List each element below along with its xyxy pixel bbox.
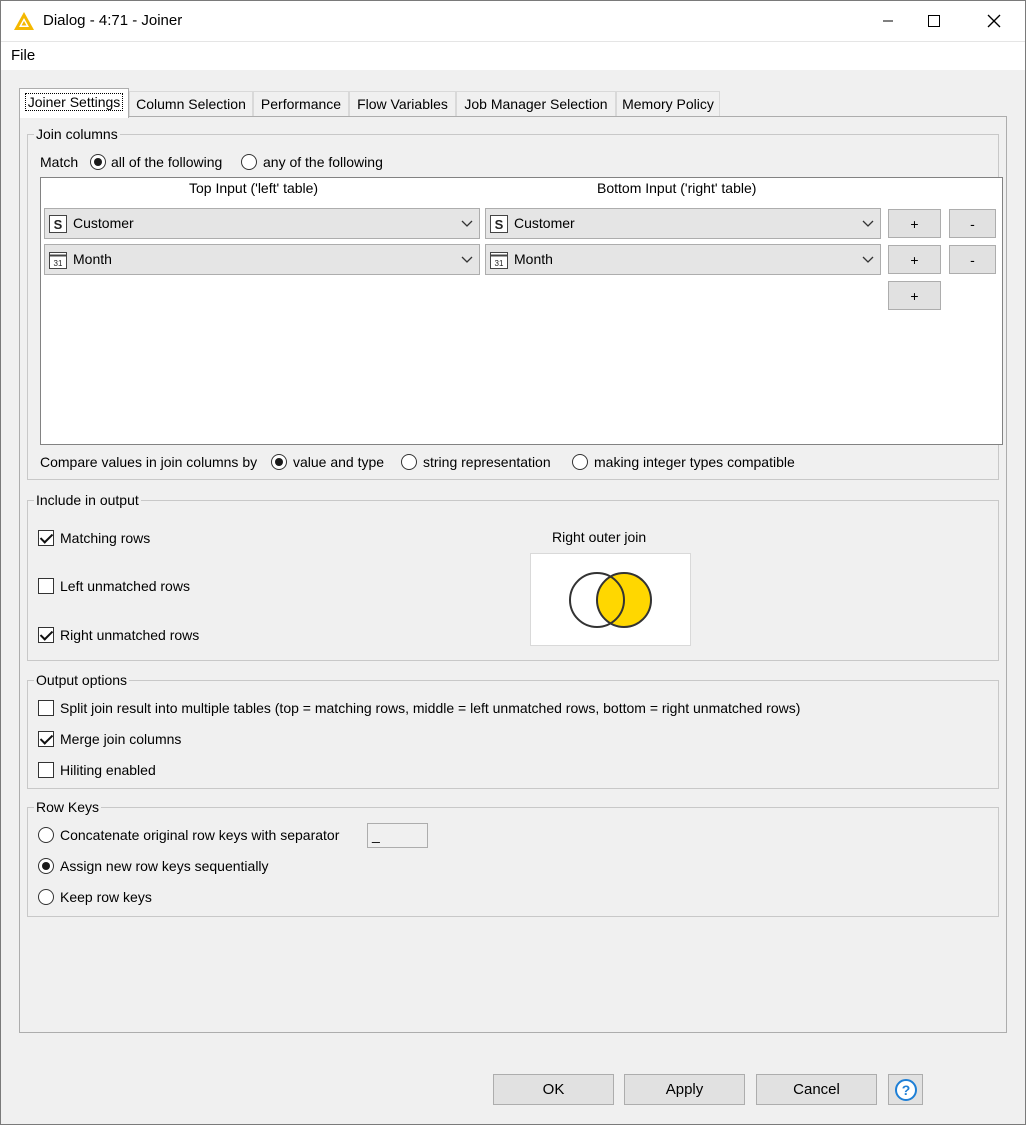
- tab-label: Joiner Settings: [24, 93, 124, 111]
- assign-new-keys-label[interactable]: Assign new row keys sequentially: [60, 857, 269, 875]
- svg-text:31: 31: [54, 259, 63, 268]
- left-unmatched-checkbox[interactable]: [38, 578, 54, 594]
- assign-new-keys-radio[interactable]: [38, 858, 54, 874]
- include-output-group: Include in output Matching rows Left unm…: [27, 492, 999, 661]
- bottom-input-header: Bottom Input ('right' table): [597, 180, 757, 196]
- tab-memory-policy[interactable]: Memory Policy: [616, 91, 720, 117]
- add-join-column-button[interactable]: +: [888, 281, 941, 310]
- minimize-icon: [883, 20, 893, 22]
- chevron-down-icon: [862, 220, 874, 227]
- match-any-label[interactable]: any of the following: [263, 153, 383, 171]
- left-column-value: Month: [73, 251, 112, 267]
- date-type-icon: 31: [49, 252, 67, 269]
- match-all-label[interactable]: all of the following: [111, 153, 222, 171]
- ok-button[interactable]: OK: [493, 1074, 614, 1105]
- add-row-button[interactable]: +: [888, 245, 941, 274]
- right-unmatched-checkbox[interactable]: [38, 627, 54, 643]
- menu-file[interactable]: File: [11, 47, 35, 64]
- tab-flow-variables[interactable]: Flow Variables: [349, 91, 456, 117]
- keep-row-keys-radio[interactable]: [38, 889, 54, 905]
- venn-diagram: [530, 553, 691, 646]
- right-join-column-select[interactable]: 31 Month: [485, 244, 881, 275]
- left-join-column-select[interactable]: 31 Month: [44, 244, 480, 275]
- chevron-down-icon: [461, 256, 473, 263]
- join-columns-table: Top Input ('left' table) Bottom Input ('…: [40, 177, 1003, 445]
- output-options-label: Output options: [34, 672, 130, 688]
- join-columns-label: Join columns: [34, 126, 120, 142]
- tab-performance[interactable]: Performance: [253, 91, 349, 117]
- merge-join-columns-checkbox[interactable]: [38, 731, 54, 747]
- right-column-value: Customer: [514, 215, 575, 231]
- split-result-checkbox[interactable]: [38, 700, 54, 716]
- dialog-window: Dialog - 4:71 - Joiner File Joiner Setti…: [0, 0, 1026, 1125]
- right-unmatched-label[interactable]: Right unmatched rows: [60, 626, 199, 644]
- compare-value-type-radio[interactable]: [271, 454, 287, 470]
- compare-label: Compare values in join columns by: [40, 454, 258, 470]
- match-label: Match: [40, 154, 79, 170]
- right-outer-join-venn-icon: [569, 572, 652, 628]
- string-type-icon: S: [49, 215, 67, 233]
- row-keys-label: Row Keys: [34, 799, 102, 815]
- split-result-label[interactable]: Split join result into multiple tables (…: [60, 699, 800, 717]
- right-join-column-select[interactable]: S Customer: [485, 208, 881, 239]
- concatenate-keys-label[interactable]: Concatenate original row keys with separ…: [60, 826, 339, 844]
- keep-row-keys-label[interactable]: Keep row keys: [60, 888, 152, 906]
- remove-row-button[interactable]: -: [949, 245, 996, 274]
- svg-text:31: 31: [495, 259, 504, 268]
- compare-string-radio[interactable]: [401, 454, 417, 470]
- help-glyph: ?: [901, 1082, 910, 1098]
- chevron-down-icon: [862, 256, 874, 263]
- string-type-icon: S: [490, 215, 508, 233]
- left-column-value: Customer: [73, 215, 134, 231]
- minimize-button[interactable]: [865, 1, 911, 41]
- right-column-value: Month: [514, 251, 553, 267]
- hiliting-label[interactable]: Hiliting enabled: [60, 761, 156, 779]
- separator-input[interactable]: _: [367, 823, 428, 848]
- joiner-settings-panel: Join columns Match all of the following …: [19, 116, 1007, 1033]
- row-keys-group: Row Keys Concatenate original row keys w…: [27, 799, 999, 917]
- maximize-icon: [928, 15, 940, 27]
- tab-joiner-settings[interactable]: Joiner Settings: [19, 88, 129, 118]
- help-button[interactable]: ?: [888, 1074, 923, 1105]
- remove-row-button[interactable]: -: [949, 209, 996, 238]
- knime-app-icon: [14, 12, 34, 30]
- tab-job-manager-selection[interactable]: Job Manager Selection: [456, 91, 616, 117]
- include-output-label: Include in output: [34, 492, 141, 508]
- hiliting-checkbox[interactable]: [38, 762, 54, 778]
- add-row-button[interactable]: +: [888, 209, 941, 238]
- tab-column-selection[interactable]: Column Selection: [129, 91, 253, 117]
- left-unmatched-label[interactable]: Left unmatched rows: [60, 577, 190, 595]
- chevron-down-icon: [461, 220, 473, 227]
- concatenate-keys-radio[interactable]: [38, 827, 54, 843]
- compare-integer-label[interactable]: making integer types compatible: [594, 453, 795, 471]
- match-all-radio[interactable]: [90, 154, 106, 170]
- svg-text:S: S: [495, 217, 504, 232]
- match-any-radio[interactable]: [241, 154, 257, 170]
- svg-text:S: S: [54, 217, 63, 232]
- maximize-button[interactable]: [911, 1, 957, 41]
- menu-bar: File: [1, 42, 1025, 70]
- join-columns-group: Join columns Match all of the following …: [27, 126, 1003, 480]
- title-bar[interactable]: Dialog - 4:71 - Joiner: [1, 1, 1025, 42]
- merge-join-columns-label[interactable]: Merge join columns: [60, 730, 181, 748]
- compare-integer-radio[interactable]: [572, 454, 588, 470]
- matching-rows-checkbox[interactable]: [38, 530, 54, 546]
- left-join-column-select[interactable]: S Customer: [44, 208, 480, 239]
- top-input-header: Top Input ('left' table): [189, 180, 319, 196]
- help-icon: ?: [894, 1078, 917, 1101]
- window-title: Dialog - 4:71 - Joiner: [43, 12, 183, 29]
- apply-button[interactable]: Apply: [624, 1074, 745, 1105]
- matching-rows-label[interactable]: Matching rows: [60, 529, 150, 547]
- close-icon: [987, 14, 1001, 28]
- cancel-button[interactable]: Cancel: [756, 1074, 877, 1105]
- join-type-label: Right outer join: [552, 529, 647, 545]
- close-button[interactable]: [971, 1, 1017, 41]
- date-type-icon: 31: [490, 252, 508, 269]
- output-options-group: Output options Split join result into mu…: [27, 672, 999, 789]
- compare-value-type-label[interactable]: value and type: [293, 453, 384, 471]
- compare-string-label[interactable]: string representation: [423, 453, 551, 471]
